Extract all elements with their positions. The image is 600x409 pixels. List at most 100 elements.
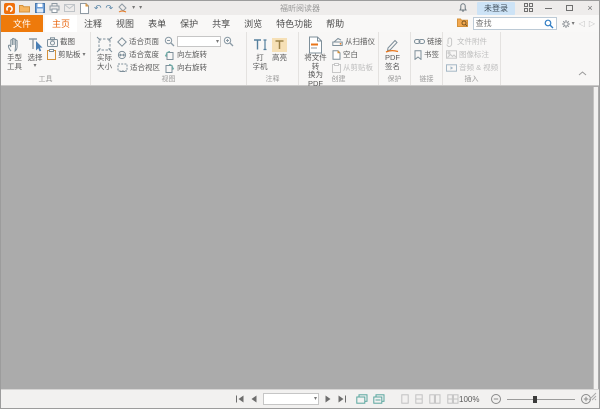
page-number-combobox[interactable]: ▾ [263, 393, 319, 405]
tab-protect[interactable]: 保护 [173, 15, 205, 32]
previous-page-icon[interactable] [250, 395, 258, 403]
select-tool-button[interactable]: 选择 ▾ [25, 35, 45, 69]
comment-group-label: 注释 [247, 74, 298, 84]
title-bar: ↶ ↷ ▾ ▾ 福昕阅读器 未登录 × [1, 1, 599, 15]
rotate-right-button[interactable]: 向右旋转 [164, 61, 234, 74]
foxit-logo-icon[interactable] [4, 3, 15, 14]
hand-tool-button[interactable]: 手型 工具 [4, 35, 25, 71]
select-cursor-icon [27, 35, 43, 54]
customize-toolbar-icon[interactable]: ▾ [139, 5, 142, 11]
zoom-out-icon[interactable] [164, 36, 175, 47]
vertical-scrollbar[interactable] [593, 87, 598, 389]
save-icon[interactable] [34, 3, 45, 14]
tab-view[interactable]: 视图 [109, 15, 141, 32]
file-search-icon[interactable] [457, 15, 469, 33]
zoom-level-combobox[interactable]: ▾ [177, 36, 221, 47]
document-area: 正在转换... 10% [2, 87, 593, 389]
snapshot-page-icon[interactable] [356, 394, 368, 404]
file-attachment-button[interactable]: 文件附件 [446, 35, 498, 48]
paperclip-icon [446, 37, 455, 47]
bookmark-icon [414, 50, 422, 60]
view-forward-icon[interactable]: ▷ [589, 19, 595, 28]
bookmark-button[interactable]: 书签 [414, 48, 442, 61]
new-document-icon[interactable] [79, 3, 90, 14]
next-page-icon[interactable] [324, 395, 332, 403]
image-icon [446, 50, 457, 59]
tab-home[interactable]: 主页 [45, 15, 77, 32]
view-back-icon[interactable]: ◁ [579, 19, 585, 28]
gear-icon [561, 19, 571, 29]
fit-width-button[interactable]: 适合宽度 [117, 48, 160, 61]
undo-icon[interactable]: ↶ [94, 4, 102, 13]
resize-grip[interactable] [588, 388, 597, 406]
search-input[interactable] [476, 19, 544, 28]
ink-signature-icon[interactable] [117, 3, 128, 14]
blank-document-label: 空白 [343, 49, 358, 60]
zoom-combo-caret-icon: ▾ [216, 39, 219, 45]
tab-browse[interactable]: 浏览 [237, 15, 269, 32]
login-button[interactable]: 未登录 [477, 2, 515, 15]
zoom-slider[interactable] [507, 395, 575, 404]
last-page-icon[interactable] [337, 395, 347, 403]
tab-features[interactable]: 特色功能 [269, 15, 319, 32]
highlight-button[interactable]: 高亮 [270, 35, 289, 63]
facing-view-icon[interactable] [429, 394, 441, 404]
open-file-icon[interactable] [19, 3, 30, 14]
search-magnifier-icon[interactable] [544, 19, 554, 29]
protect-group-label: 保护 [379, 74, 410, 84]
link-icon [414, 38, 425, 45]
tab-help[interactable]: 帮助 [319, 15, 351, 32]
zoom-slider-handle[interactable] [533, 396, 537, 403]
from-clipboard-button[interactable]: 从剪贴板 [332, 61, 375, 74]
blank-document-button[interactable]: 空白 [332, 48, 375, 61]
rotate-left-button[interactable]: 向左旋转 [164, 48, 234, 61]
link-button[interactable]: 链接 [414, 35, 442, 48]
tab-form[interactable]: 表单 [141, 15, 173, 32]
typewriter-button[interactable]: 打 字机 [250, 35, 270, 71]
fit-page-button[interactable]: 适合页面 [117, 35, 160, 48]
redo-icon[interactable]: ↷ [106, 4, 114, 13]
email-icon[interactable] [64, 3, 75, 14]
from-scanner-button[interactable]: 从扫描仪 [332, 35, 375, 48]
continuous-view-icon[interactable] [415, 394, 423, 404]
fit-visible-label: 适合视区 [130, 62, 160, 73]
zoom-out-button[interactable] [490, 393, 502, 405]
continuous-facing-view-icon[interactable] [447, 394, 459, 404]
audio-video-button[interactable]: 音频 & 视频 [446, 61, 498, 74]
links-group-label: 链接 [411, 74, 442, 84]
first-page-icon[interactable] [235, 395, 245, 403]
gear-caret-icon: ▾ [572, 21, 575, 27]
search-options-button[interactable]: ▾ [561, 19, 575, 29]
ink-signature-caret-icon[interactable]: ▾ [132, 5, 135, 11]
print-icon[interactable] [49, 3, 60, 14]
fit-visible-button[interactable]: 适合视区 [117, 61, 160, 74]
pdf-sign-button[interactable]: PDF 签名 [382, 35, 403, 71]
single-page-view-icon[interactable] [401, 394, 409, 404]
minimize-button[interactable] [542, 3, 554, 13]
maximize-button[interactable] [563, 3, 575, 13]
tab-share[interactable]: 共享 [205, 15, 237, 32]
clipboard-page-icon[interactable] [373, 394, 385, 404]
actual-size-button[interactable]: 实际 大小 [94, 35, 115, 71]
tab-comment[interactable]: 注释 [77, 15, 109, 32]
quick-access-toolbar: ↶ ↷ ▾ ▾ [4, 3, 142, 14]
zoom-in-icon[interactable] [223, 36, 234, 47]
insert-group-label: 插入 [443, 74, 500, 84]
collapse-ribbon-button[interactable] [578, 63, 587, 81]
create-group-label: 创建 [299, 74, 378, 84]
fit-page-icon [117, 37, 127, 47]
clipboard-caret-icon: ▾ [83, 52, 86, 58]
fit-width-label: 适合宽度 [129, 49, 159, 60]
image-annotation-button[interactable]: 图像标注 [446, 48, 498, 61]
pdf-sign-label: PDF 签名 [385, 54, 400, 71]
fit-width-icon [117, 50, 127, 60]
tab-file[interactable]: 文件 [1, 15, 43, 32]
blank-page-icon [332, 50, 341, 60]
ribbon-group-view: 实际 大小 适合页面 适合宽度 适合视区 [91, 32, 247, 85]
clipboard-button[interactable]: 剪贴板 ▾ [47, 48, 86, 61]
select-caret-icon: ▾ [33, 63, 36, 69]
ribbon-group-create: 将文件转 换为PDF 从扫描仪 空白 从剪贴板 创建 [299, 32, 379, 85]
from-scanner-label: 从扫描仪 [345, 36, 375, 47]
screenshot-button[interactable]: 截图 [47, 35, 86, 48]
close-button[interactable]: × [584, 3, 596, 13]
